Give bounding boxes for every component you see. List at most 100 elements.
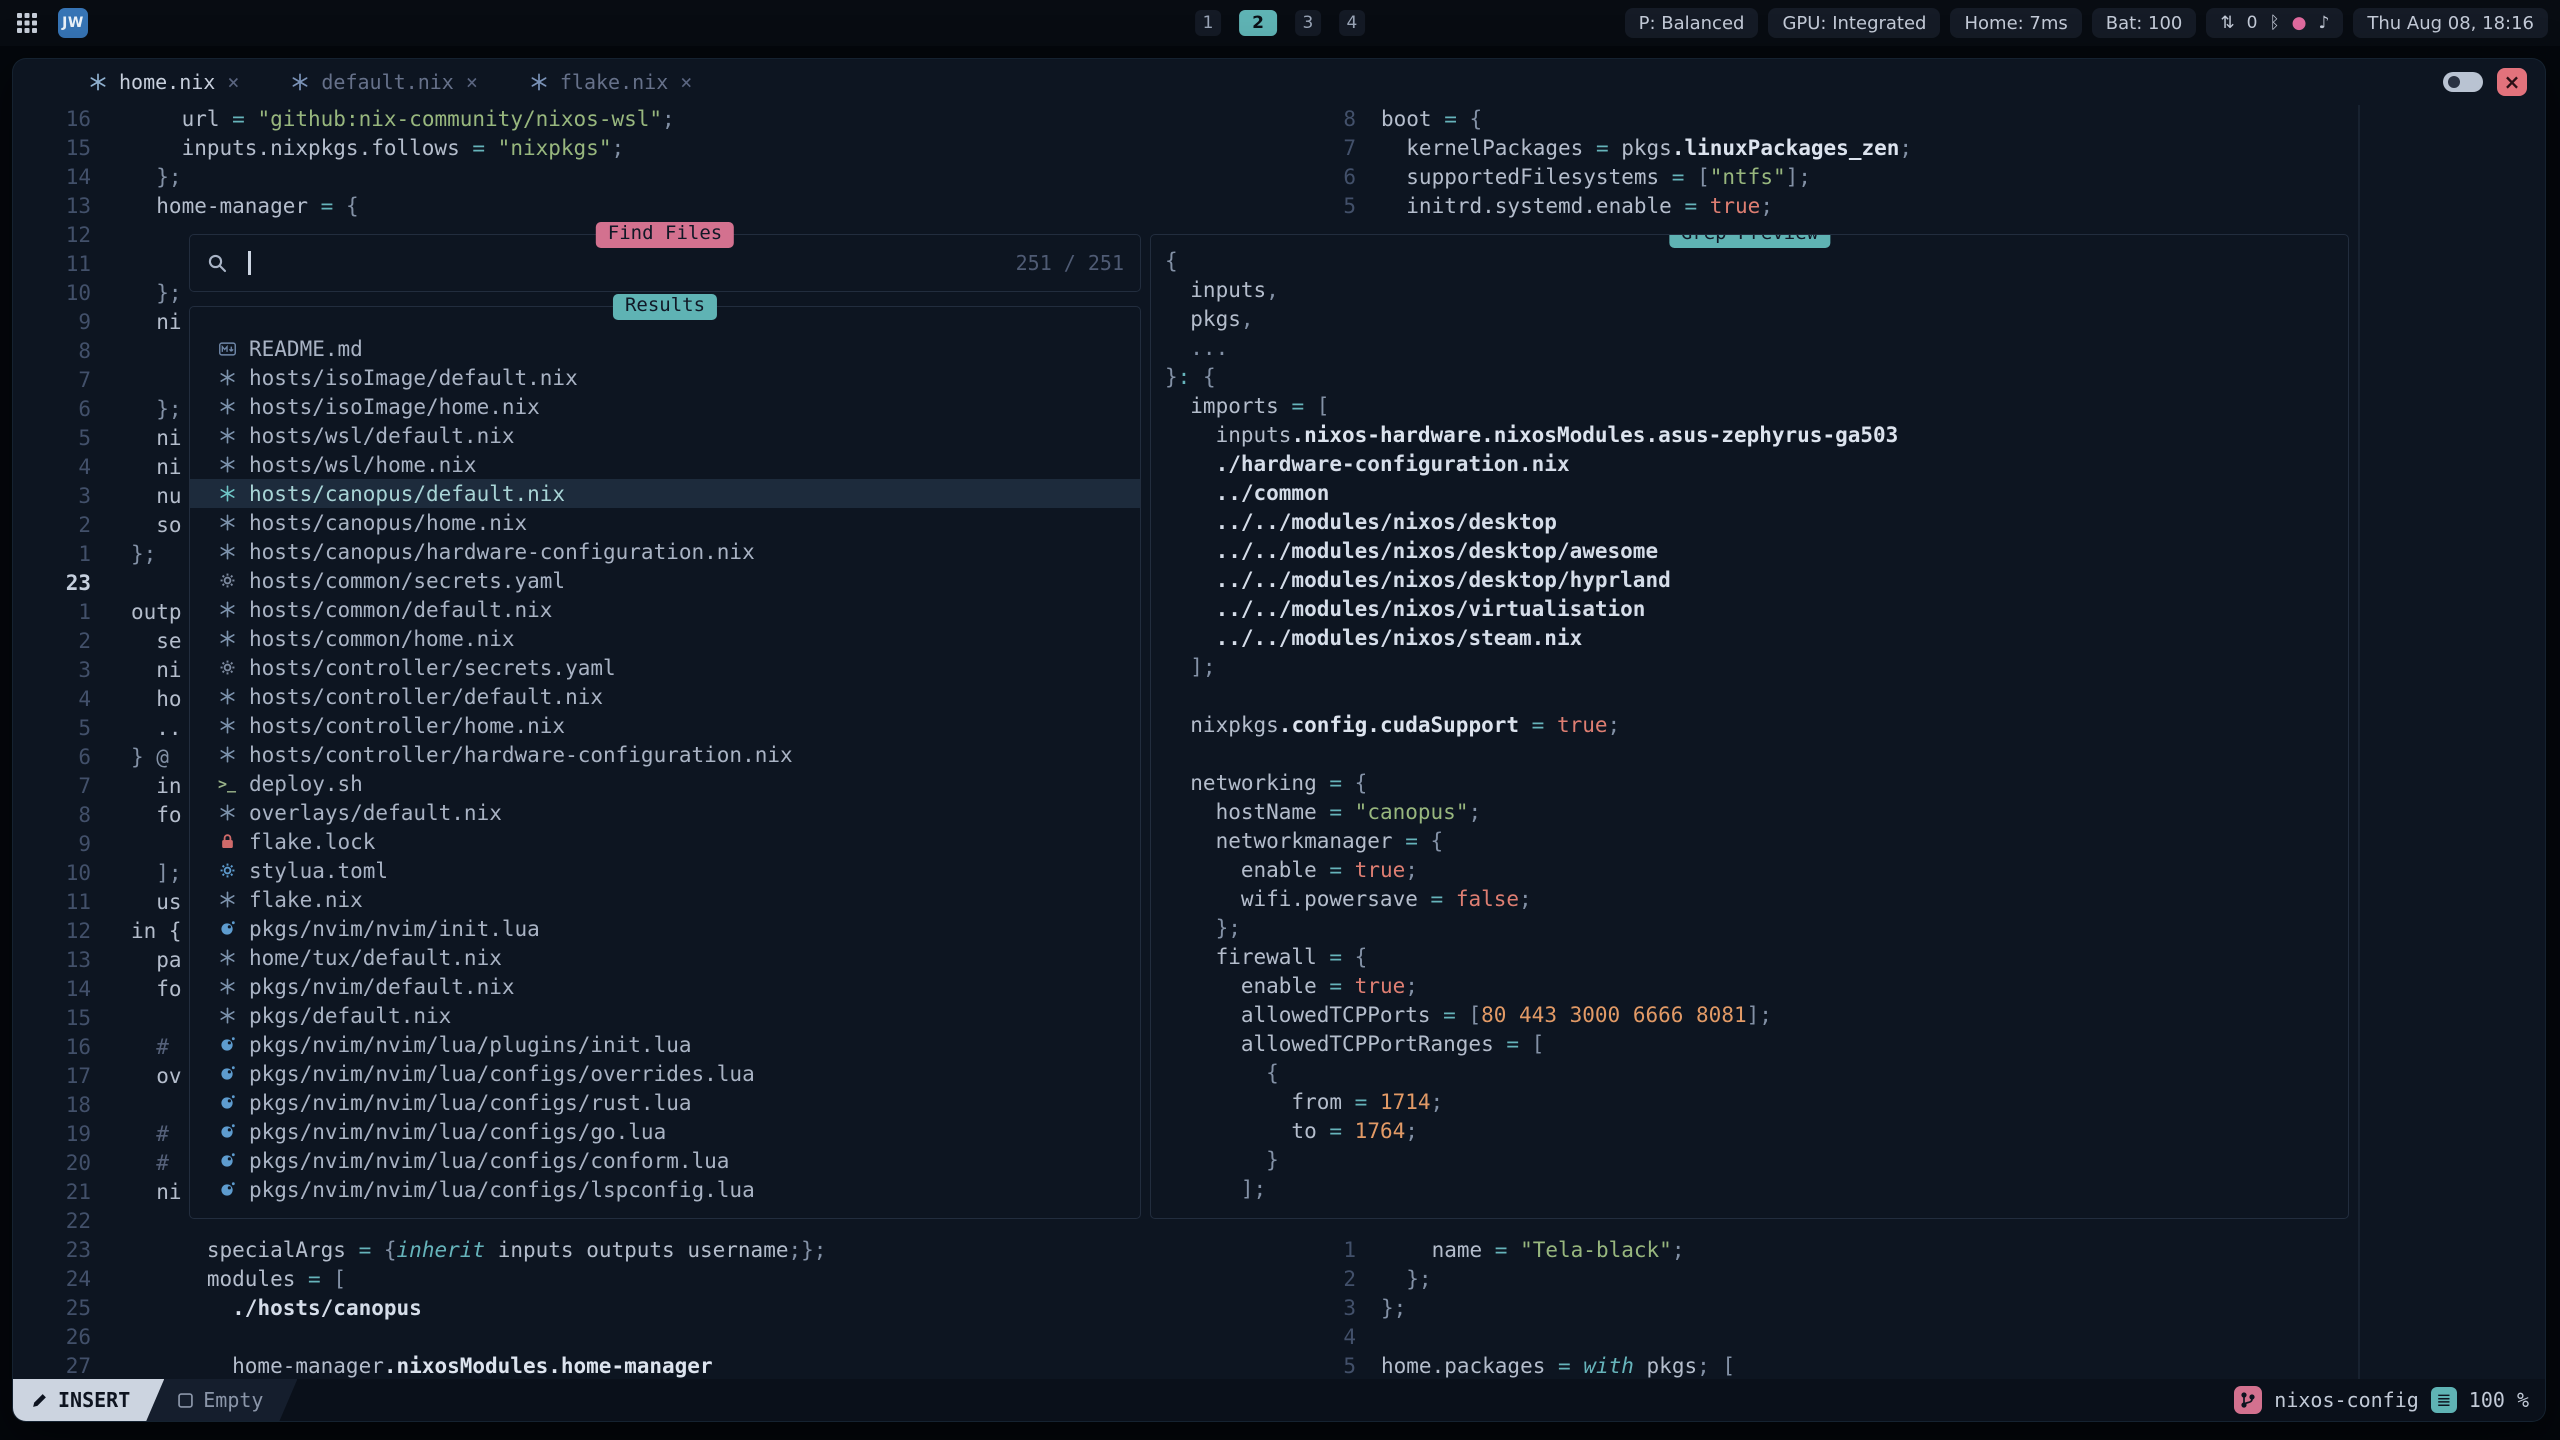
workspace-button-4[interactable]: 4 bbox=[1339, 10, 1365, 36]
result-item[interactable]: pkgs/nvim/nvim/lua/plugins/init.lua bbox=[190, 1030, 1140, 1059]
result-item[interactable]: hosts/canopus/home.nix bbox=[190, 508, 1140, 537]
result-item[interactable]: home/tux/default.nix bbox=[190, 943, 1140, 972]
result-item[interactable]: overlays/default.nix bbox=[190, 798, 1140, 827]
result-label: pkgs/default.nix bbox=[249, 1004, 451, 1028]
lock-icon bbox=[214, 833, 240, 850]
result-item[interactable]: hosts/controller/home.nix bbox=[190, 711, 1140, 740]
result-label: stylua.toml bbox=[249, 859, 388, 883]
workspace-button-2[interactable]: 2 bbox=[1239, 10, 1277, 36]
result-item[interactable]: stylua.toml bbox=[190, 856, 1140, 885]
app-launcher-icon[interactable] bbox=[12, 8, 42, 38]
code-line: 27 home-manager.nixosModules.home-manage… bbox=[13, 1352, 826, 1381]
code-text: nixpkgs.config.cudaSupport = true; bbox=[1165, 711, 1620, 740]
result-item[interactable]: pkgs/nvim/nvim/lua/configs/go.lua bbox=[190, 1117, 1140, 1146]
lua-icon bbox=[214, 1095, 240, 1110]
lua-icon bbox=[214, 1182, 240, 1197]
tab-home.nix[interactable]: home.nix× bbox=[63, 59, 265, 105]
code-text: kernelPackages = pkgs.linuxPackages_zen; bbox=[1381, 134, 1912, 163]
result-item[interactable]: README.md bbox=[190, 334, 1140, 363]
code-text: supportedFilesystems = ["ntfs"]; bbox=[1381, 163, 1811, 192]
result-label: hosts/canopus/hardware-configuration.nix bbox=[249, 540, 755, 564]
tab-label: default.nix bbox=[321, 70, 453, 94]
status-dot-icon: ● bbox=[2292, 13, 2307, 33]
tab-close-icon[interactable]: × bbox=[680, 70, 692, 94]
result-item[interactable]: flake.lock bbox=[190, 827, 1140, 856]
line-number: 18 bbox=[13, 1091, 91, 1120]
network-icon: ⇅ bbox=[2220, 13, 2234, 33]
result-item[interactable]: flake.nix bbox=[190, 885, 1140, 914]
result-item[interactable]: hosts/controller/hardware-configuration.… bbox=[190, 740, 1140, 769]
right-bottom-editor-pane[interactable]: 1 name = "Tela-black";2 };3};45home.pack… bbox=[1281, 1236, 1735, 1381]
result-item[interactable]: pkgs/nvim/nvim/lua/configs/lspconfig.lua bbox=[190, 1175, 1140, 1204]
result-item[interactable]: pkgs/nvim/nvim/lua/configs/overrides.lua bbox=[190, 1059, 1140, 1088]
code-text: firewall = { bbox=[1165, 943, 1367, 972]
result-item[interactable]: hosts/canopus/default.nix bbox=[190, 479, 1140, 508]
tab-close-icon[interactable]: × bbox=[227, 70, 239, 94]
result-label: pkgs/nvim/nvim/lua/configs/lspconfig.lua bbox=[249, 1178, 755, 1202]
logo-badge[interactable]: JW bbox=[58, 8, 88, 38]
telescope-prompt[interactable]: Find Files 251 / 251 bbox=[189, 234, 1141, 292]
line-number: 19 bbox=[13, 1120, 91, 1149]
result-label: overlays/default.nix bbox=[249, 801, 502, 825]
telescope-results[interactable]: Results README.mdhosts/isoImage/default.… bbox=[189, 306, 1141, 1219]
code-text: enable = true; bbox=[1165, 972, 1418, 1001]
result-item[interactable]: hosts/controller/secrets.yaml bbox=[190, 653, 1140, 682]
lua-icon bbox=[214, 921, 240, 936]
tab-default.nix[interactable]: default.nix × bbox=[265, 59, 504, 105]
result-item[interactable]: pkgs/nvim/nvim/init.lua bbox=[190, 914, 1140, 943]
editor-area[interactable]: 16 url = "github:nix-community/nixos-wsl… bbox=[13, 105, 2545, 1381]
nix-icon bbox=[214, 804, 240, 821]
workspace-button-1[interactable]: 1 bbox=[1195, 10, 1221, 36]
result-item[interactable]: hosts/common/home.nix bbox=[190, 624, 1140, 653]
system-tray[interactable]: ⇅0ᛒ●♪ bbox=[2206, 8, 2343, 38]
code-text: fo bbox=[131, 975, 182, 1004]
result-item[interactable]: pkgs/nvim/nvim/lua/configs/rust.lua bbox=[190, 1088, 1140, 1117]
tab-flake.nix[interactable]: flake.nix× bbox=[504, 59, 718, 105]
result-item[interactable]: >_deploy.sh bbox=[190, 769, 1140, 798]
preview-line: ./hardware-configuration.nix bbox=[1165, 450, 2348, 479]
tabs: home.nix×default.nix×flake.nix× bbox=[63, 59, 718, 105]
toggle-pill[interactable] bbox=[2443, 72, 2483, 92]
scroll-progress: 100 % bbox=[2469, 1388, 2529, 1412]
result-item[interactable]: pkgs/default.nix bbox=[190, 1001, 1140, 1030]
right-top-editor-pane[interactable]: 8boot = {7 kernelPackages = pkgs.linuxPa… bbox=[1281, 105, 1912, 221]
code-text: }; bbox=[1165, 914, 1241, 943]
result-item[interactable]: pkgs/nvim/default.nix bbox=[190, 972, 1140, 1001]
mode-label: INSERT bbox=[58, 1388, 130, 1412]
result-item[interactable]: hosts/isoImage/default.nix bbox=[190, 363, 1140, 392]
window-close-button[interactable]: × bbox=[2497, 68, 2527, 96]
result-item[interactable]: hosts/common/default.nix bbox=[190, 595, 1140, 624]
status-chips: P: BalancedGPU: IntegratedHome: 7msBat: … bbox=[1625, 8, 2197, 38]
editor-window: home.nix×default.nix×flake.nix× × 16 url… bbox=[12, 58, 2546, 1422]
code-text: } @ bbox=[131, 743, 169, 772]
result-item[interactable]: hosts/isoImage/home.nix bbox=[190, 392, 1140, 421]
result-item[interactable]: pkgs/nvim/nvim/lua/configs/conform.lua bbox=[190, 1146, 1140, 1175]
preview-line: allowedTCPPortRanges = [ bbox=[1165, 1030, 2348, 1059]
line-number: 24 bbox=[13, 1265, 91, 1294]
workspace-button-3[interactable]: 3 bbox=[1295, 10, 1321, 36]
result-item[interactable]: hosts/canopus/hardware-configuration.nix bbox=[190, 537, 1140, 566]
result-item[interactable]: hosts/common/secrets.yaml bbox=[190, 566, 1140, 595]
tab-close-icon[interactable]: × bbox=[466, 70, 478, 94]
preview-line: }: { bbox=[1165, 363, 2348, 392]
line-number: 8 bbox=[13, 337, 91, 366]
code-text: inputs, bbox=[1165, 276, 1279, 305]
line-number: 17 bbox=[13, 1062, 91, 1091]
result-label: pkgs/nvim/nvim/lua/plugins/init.lua bbox=[249, 1033, 692, 1057]
code-text: inputs.nixpkgs.follows = "nixpkgs"; bbox=[131, 134, 624, 163]
preview-line: { bbox=[1165, 247, 2348, 276]
code-text: ../../modules/nixos/desktop bbox=[1165, 508, 1557, 537]
result-label: pkgs/nvim/nvim/lua/configs/overrides.lua bbox=[249, 1062, 755, 1086]
nix-icon bbox=[214, 688, 240, 705]
result-label: hosts/wsl/default.nix bbox=[249, 424, 515, 448]
result-item[interactable]: hosts/wsl/default.nix bbox=[190, 421, 1140, 450]
result-item[interactable]: hosts/controller/default.nix bbox=[190, 682, 1140, 711]
result-label: pkgs/nvim/nvim/lua/configs/conform.lua bbox=[249, 1149, 729, 1173]
statusline-right: nixos-config ≣ 100 % bbox=[2234, 1379, 2545, 1421]
result-item[interactable]: hosts/wsl/home.nix bbox=[190, 450, 1140, 479]
line-number: 7 bbox=[13, 772, 91, 801]
code-text: ni bbox=[131, 453, 182, 482]
lua-icon bbox=[214, 1124, 240, 1139]
preview-line: ../../modules/nixos/desktop/awesome bbox=[1165, 537, 2348, 566]
line-number: 23 bbox=[13, 569, 91, 598]
